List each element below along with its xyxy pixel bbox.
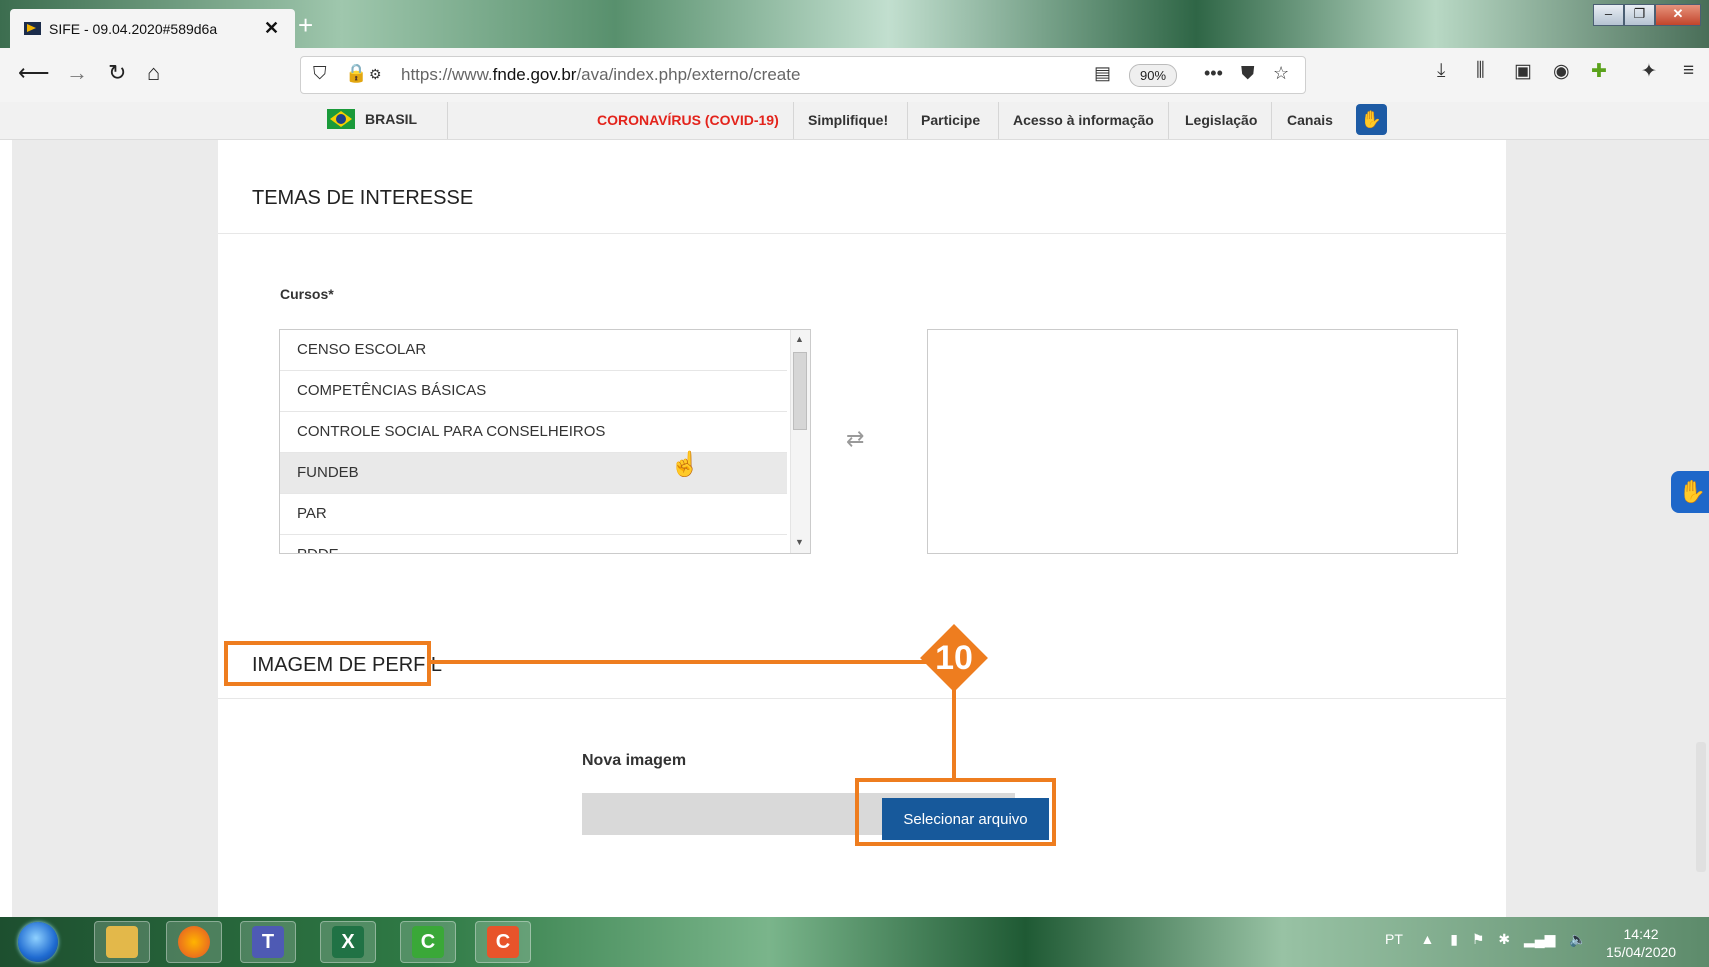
scroll-up-icon[interactable]: ▲ (795, 334, 804, 344)
divider (793, 102, 794, 139)
show-hidden-icons-icon[interactable]: ▲ (1421, 931, 1435, 947)
account-icon[interactable]: ◉ (1553, 60, 1570, 83)
reload-icon[interactable]: ↻ (108, 60, 126, 86)
scroll-thumb[interactable] (793, 352, 807, 430)
list-item-highlighted[interactable]: FUNDEB (280, 453, 787, 494)
brasil-label: BRASIL (365, 111, 418, 127)
volume-icon[interactable]: 🔈 (1569, 931, 1586, 947)
section-title-temas: TEMAS DE INTERESSE (252, 187, 474, 209)
excel-taskbar-icon[interactable]: X (320, 921, 376, 963)
divider (218, 233, 1506, 234)
bookmark-star-icon[interactable]: ☆ (1273, 63, 1289, 84)
cursos-selected-list[interactable] (927, 329, 1458, 554)
acesso-informacao-link[interactable]: Acesso à informação (1013, 112, 1154, 128)
clock-time: 14:42 (1623, 926, 1659, 942)
page-actions-icon[interactable]: ••• (1204, 63, 1223, 84)
list-item[interactable]: PAR (280, 494, 787, 535)
url-text[interactable]: https://www.fnde.gov.br/ava/index.php/ex… (401, 65, 800, 85)
firefox-taskbar-icon[interactable] (166, 921, 222, 963)
clock[interactable]: 14:42 15/04/2020 (1606, 925, 1676, 961)
start-button-icon[interactable] (18, 922, 58, 962)
covid-link[interactable]: CORONAVÍRUS (COVID-19) (597, 112, 779, 128)
signal-icon[interactable]: ▂▄▆ (1524, 931, 1555, 947)
brazil-flag-icon (327, 109, 355, 129)
shield-icon[interactable]: ⛉ (313, 63, 327, 84)
divider (907, 102, 908, 139)
network-icon[interactable]: ▮ (1450, 931, 1458, 947)
list-item[interactable]: COMPETÊNCIAS BÁSICAS (280, 371, 787, 412)
camtasia-green-taskbar-icon[interactable]: C (400, 921, 456, 963)
new-tab-button[interactable]: + (298, 10, 313, 41)
navigation-bar: ⟵ → ↻ ⌂ ⛉ 🔒 ⚙ https://www.fnde.gov.br/av… (0, 48, 1709, 102)
annotation-line (431, 660, 929, 664)
home-icon[interactable]: ⌂ (147, 60, 160, 86)
explorer-taskbar-icon[interactable] (94, 921, 150, 963)
title-bar: SIFE - 09.04.2020#589d6a ✕ + – ❐ ✕ (0, 0, 1709, 48)
vlibras-side-button[interactable]: ✋ (1671, 471, 1709, 513)
tab-title: SIFE - 09.04.2020#589d6a (49, 20, 218, 37)
library-icon[interactable]: ⫼ (1476, 60, 1485, 82)
cursos-label: Cursos* (280, 286, 334, 302)
browser-window: SIFE - 09.04.2020#589d6a ✕ + – ❐ ✕ ⟵ → ↻… (0, 0, 1709, 967)
window-controls: – ❐ ✕ (1593, 4, 1701, 26)
browser-tab[interactable]: SIFE - 09.04.2020#589d6a ✕ (10, 9, 295, 48)
address-bar[interactable]: ⛉ 🔒 ⚙ https://www.fnde.gov.br/ava/index.… (300, 56, 1306, 94)
zoom-level[interactable]: 90% (1129, 64, 1177, 87)
maximize-button[interactable]: ❐ (1624, 4, 1655, 26)
back-icon[interactable]: ⟵ (18, 60, 50, 86)
forward-icon[interactable]: → (66, 60, 88, 86)
extension-icon[interactable]: ✚ (1591, 60, 1607, 83)
system-tray: PT ▲ ▮ ⚑ ✱ ▂▄▆ 🔈 (1385, 931, 1587, 948)
windows-taskbar: T X C C PT ▲ ▮ ⚑ ✱ ▂▄▆ 🔈 14:42 15/04/202… (0, 917, 1709, 967)
reader-view-icon[interactable]: ▤ (1094, 63, 1111, 84)
tab-favicon-icon (24, 22, 41, 35)
brasil-link[interactable]: BRASIL (327, 109, 417, 129)
sidebar-icon[interactable]: ▣ (1514, 60, 1532, 83)
canais-link[interactable]: Canais (1287, 112, 1333, 128)
page-scrollbar[interactable] (1696, 742, 1706, 872)
simplifique-link[interactable]: Simplifique! (808, 112, 888, 128)
divider (998, 102, 999, 139)
annotation-box-button (855, 778, 1056, 846)
list-item[interactable]: CONTROLE SOCIAL PARA CONSELHEIROS (280, 412, 787, 453)
site-permissions-icon[interactable]: ⚙ (369, 66, 382, 83)
minimize-button[interactable]: – (1593, 4, 1624, 26)
annotation-line (952, 686, 956, 779)
divider (218, 698, 1506, 699)
step-badge: 10 (919, 623, 989, 693)
legislacao-link[interactable]: Legislação (1185, 112, 1257, 128)
downloads-icon[interactable]: ⤓ (1437, 60, 1445, 82)
cursos-available-list[interactable]: CENSO ESCOLAR COMPETÊNCIAS BÁSICAS CONTR… (279, 329, 811, 554)
language-indicator[interactable]: PT (1385, 931, 1403, 947)
step-number: 10 (935, 639, 973, 677)
list-item[interactable]: PDDE (280, 535, 787, 553)
tray-app-icon[interactable]: ✱ (1498, 931, 1510, 947)
participe-link[interactable]: Participe (921, 112, 980, 128)
list-scrollbar[interactable]: ▲ ▼ (790, 330, 810, 553)
gov-bar: BRASIL CORONAVÍRUS (COVID-19) Simplifiqu… (0, 102, 1709, 140)
close-window-button[interactable]: ✕ (1655, 4, 1701, 26)
clock-date: 15/04/2020 (1606, 944, 1677, 960)
divider (1271, 102, 1272, 139)
pocket-icon[interactable]: ⛊ (1241, 63, 1255, 84)
divider (447, 102, 448, 139)
close-tab-icon[interactable]: ✕ (264, 18, 279, 39)
nova-imagem-label: Nova imagem (582, 752, 687, 769)
list-item[interactable]: CENSO ESCOLAR (280, 330, 787, 371)
extensions-menu-icon[interactable]: ✦ (1641, 60, 1657, 83)
camtasia-orange-taskbar-icon[interactable]: C (475, 921, 531, 963)
hand-cursor-icon: ☝ (670, 451, 700, 478)
lock-icon[interactable]: 🔒 (345, 63, 367, 84)
annotation-box-title (224, 641, 431, 686)
scroll-down-icon[interactable]: ▼ (795, 537, 804, 547)
teams-taskbar-icon[interactable]: T (240, 921, 296, 963)
divider (1168, 102, 1169, 139)
swap-arrows-icon[interactable]: ⇄ (846, 426, 864, 452)
vlibras-icon[interactable]: ✋ (1356, 104, 1387, 135)
action-center-flag-icon[interactable]: ⚑ (1472, 931, 1485, 947)
hamburger-menu-icon[interactable]: ≡ (1683, 60, 1694, 82)
